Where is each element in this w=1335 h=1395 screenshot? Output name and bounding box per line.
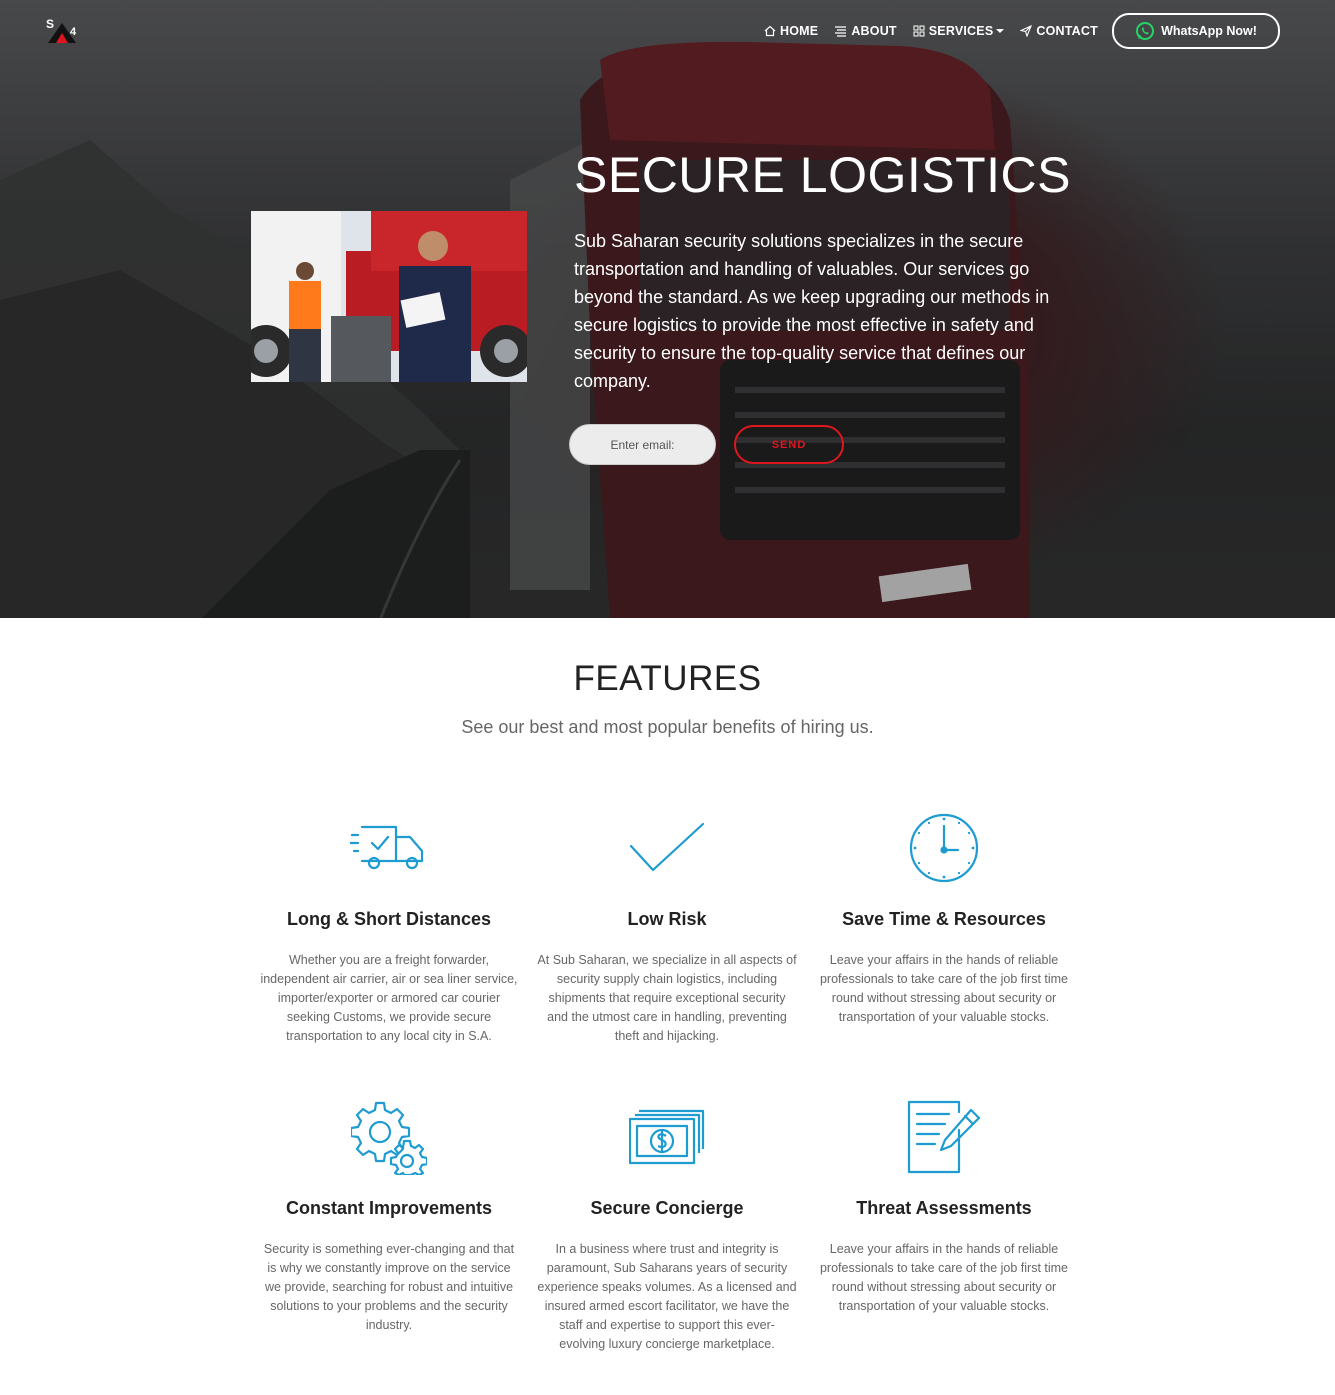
feature-card: Secure Concierge In a business where tru… [537,1097,797,1354]
feature-title: Save Time & Resources [842,909,1046,929]
nav-about-label: ABOUT [851,24,897,38]
whatsapp-button[interactable]: WhatsApp Now! [1112,13,1280,49]
feature-title: Threat Assessments [856,1198,1032,1218]
caret-down-icon [996,29,1005,33]
svg-text:4: 4 [70,26,77,38]
nav-home[interactable]: HOME [764,24,818,38]
feature-card: Save Time & Resources Leave your affairs… [814,808,1074,1027]
gears-icon [351,1101,427,1175]
checkmark-icon [629,822,705,872]
grid-icon [913,25,925,37]
nav-home-label: HOME [780,24,819,38]
money-stack-icon [629,1109,705,1165]
nav-about[interactable]: ABOUT [834,24,897,38]
feature-title: Long & Short Distances [286,909,492,929]
nav-services[interactable]: SERVICES [913,24,1005,38]
whatsapp-icon [1136,22,1155,40]
feature-text: Leave your affairs in the hands of relia… [819,1242,1069,1313]
main-nav: HOME ABOUT SERVICES CONTACT [764,22,1114,40]
send-icon [1020,25,1033,37]
nav-contact-label: CONTACT [1036,24,1098,38]
hero-description: Sub Saharan security solutions specializ… [574,231,1050,391]
home-icon [764,25,776,37]
features-subtitle: See our best and most popular benefits o… [461,717,874,737]
feature-title: Constant Improvements [285,1198,493,1218]
list-icon [835,26,847,37]
feature-text: Leave your affairs in the hands of relia… [819,953,1069,1024]
feature-title: Secure Concierge [590,1198,744,1218]
delivery-truck-icon [350,825,424,870]
nav-contact[interactable]: CONTACT [1020,24,1098,38]
svg-text:S: S [46,17,54,31]
feature-card: Low Risk At Sub Saharan, we specialize i… [537,808,797,1046]
clock-icon [909,813,979,883]
feature-card: Constant Improvements Security is someth… [259,1097,519,1335]
whatsapp-button-label: WhatsApp Now! [1161,24,1257,38]
document-edit-icon [907,1100,981,1174]
feature-text: Security is something ever-changing and … [263,1242,515,1332]
feature-card: Threat Assessments Leave your affairs in… [814,1097,1074,1316]
feature-card: Long & Short Distances Whether you are a… [259,808,519,1046]
email-input[interactable] [569,424,716,465]
hero-photo [251,211,527,382]
send-button[interactable]: SEND [734,425,844,464]
feature-title: Low Risk [627,909,707,929]
features-title: FEATURES [573,659,762,698]
feature-text: At Sub Saharan, we specialize in all asp… [537,953,797,1043]
feature-text: Whether you are a freight forwarder, ind… [260,953,518,1043]
nav-services-label: SERVICES [928,24,994,38]
company-logo[interactable]: S 4 [44,15,80,45]
hero-title: SECURE LOGISTICS [574,147,1071,203]
feature-text: In a business where trust and integrity … [537,1242,797,1351]
